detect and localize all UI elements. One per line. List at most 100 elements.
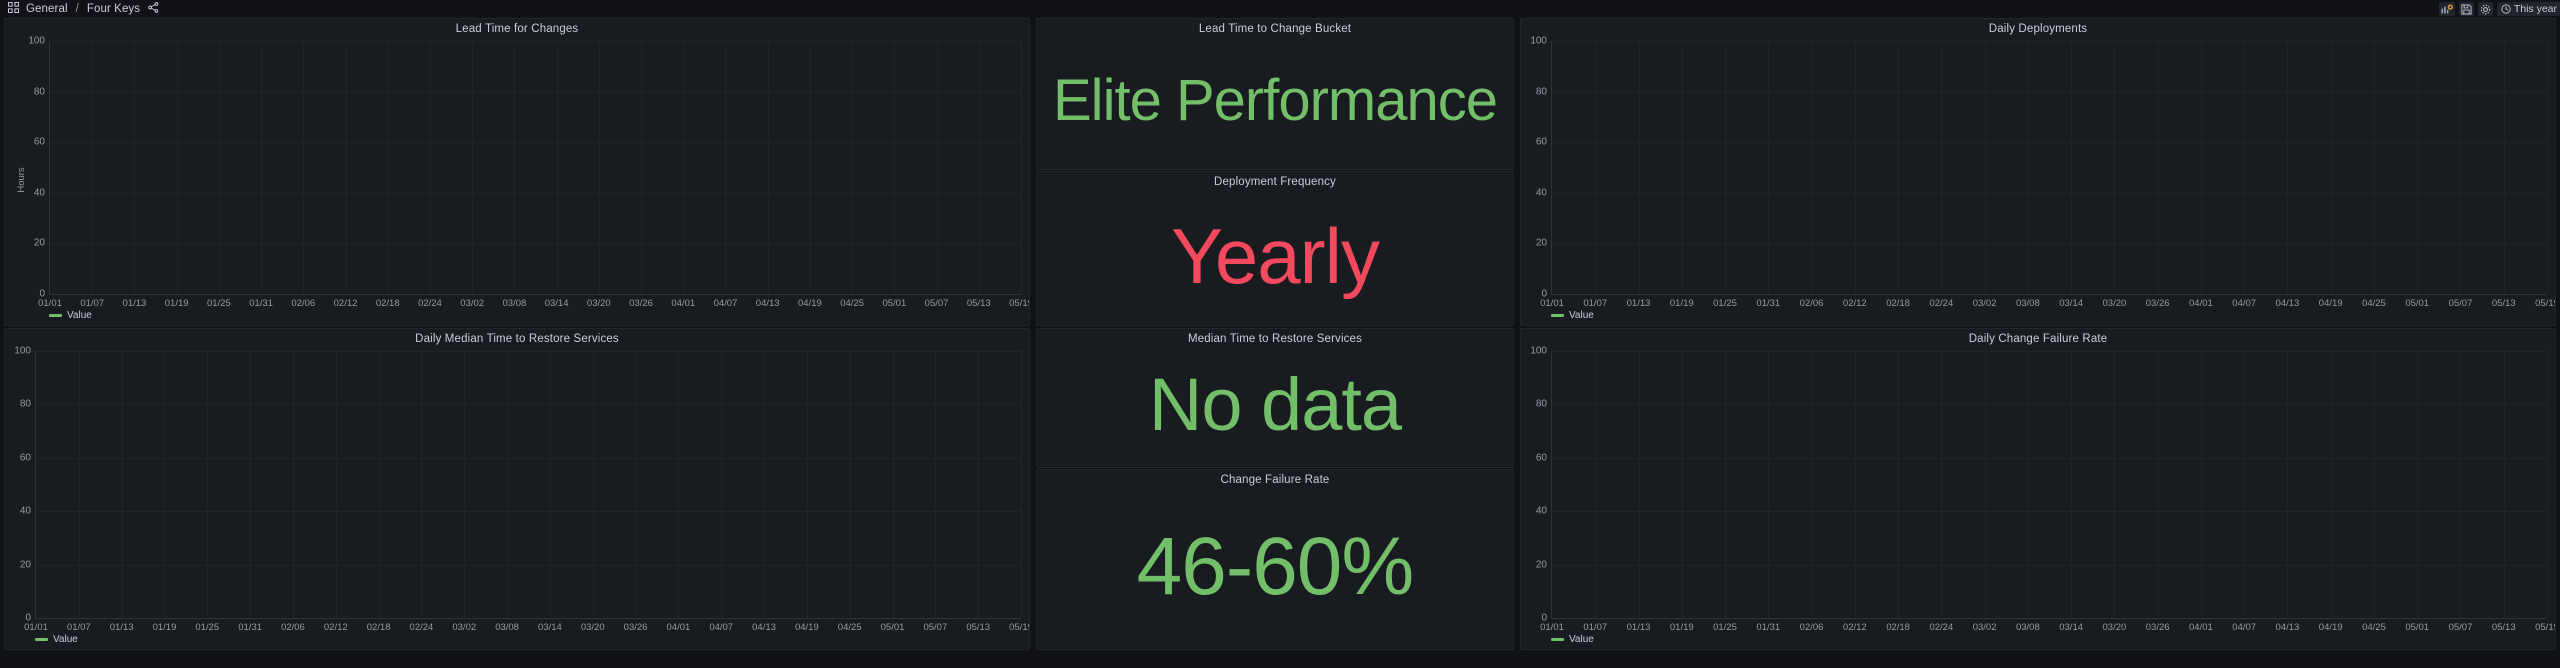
panel-daily-median-time-to-restore-services[interactable]: Daily Median Time to Restore Services 10… [4, 328, 1030, 650]
legend-color-swatch [1551, 314, 1564, 317]
vertical-gridline [472, 41, 474, 294]
panel-median-time-to-restore-services[interactable]: Median Time to Restore Services No data [1036, 328, 1514, 468]
stat-body[interactable]: Elite Performance [1037, 35, 1513, 167]
x-axis-tick-label: 02/18 [1886, 622, 1910, 633]
breadcrumb-folder[interactable]: General [26, 3, 68, 15]
apps-grid-icon[interactable] [7, 0, 20, 18]
vertical-gridline [1984, 351, 1986, 618]
dashboard-settings-button[interactable] [2477, 2, 2493, 16]
panel-title[interactable]: Median Time to Restore Services [1037, 329, 1513, 345]
vertical-gridline [641, 41, 643, 294]
x-axis-tick-label: 01/01 [38, 298, 62, 309]
x-axis-tick-label: 04/01 [671, 298, 696, 309]
graph-area[interactable]: 100 80 60 40 20 0 01/01 01/07 01/13 01/19 01/25 01/… [1521, 345, 2555, 648]
add-panel-button[interactable] [2438, 2, 2455, 16]
x-axis-tick-label: 03/02 [1972, 622, 1997, 633]
plot-area[interactable]: 100 80 60 40 20 0 01/01 01/07 01/13 01/19 01/25 01/… [1530, 346, 2555, 634]
x-axis-tick-label: 02/06 [1799, 298, 1824, 309]
breadcrumb-separator: / [75, 3, 79, 15]
panel-title[interactable]: Change Failure Rate [1037, 470, 1513, 486]
y-axis-unit-label: Hours [16, 166, 28, 193]
stat-body[interactable]: 46-60% [1037, 486, 1513, 647]
breadcrumb-dashboard-title[interactable]: Four Keys [87, 3, 140, 15]
x-axis-tick-label: 03/14 [544, 298, 569, 309]
graph-area[interactable]: 100 80 60 40 20 0 01/01 01/07 01/13 01/19 01/25 01/… [1521, 35, 2555, 324]
vertical-gridline [345, 41, 347, 294]
panel-deployment-frequency[interactable]: Deployment Frequency Yearly [1036, 171, 1514, 326]
y-axis-tick-label: 80 [1535, 398, 1547, 410]
y-axis-tick-label: 80 [1535, 86, 1547, 98]
y-axis-tick-label: 40 [33, 187, 45, 199]
x-axis-tick-label: 03/02 [1972, 298, 1997, 309]
graph-area[interactable]: Hours 100 80 60 40 20 0 01/01 01/07 01/13 01/19 01… [5, 35, 1029, 324]
graph-area[interactable]: 100 80 60 40 20 0 01/01 01/07 01/13 01/19 01/25 01/… [5, 345, 1029, 648]
panel-lead-time-to-change-bucket[interactable]: Lead Time to Change Bucket Elite Perform… [1036, 18, 1514, 170]
horizontal-gridline [36, 511, 1021, 513]
vertical-gridline [764, 351, 766, 618]
x-axis-tick-label: 01/25 [206, 298, 231, 309]
plot-area[interactable]: 100 80 60 40 20 0 01/01 01/07 01/13 01/19 01/25 01/… [14, 346, 1029, 634]
x-axis-tick-label: 01/13 [109, 622, 134, 633]
legend[interactable]: Value [1551, 634, 1594, 645]
vertical-gridline [2417, 41, 2419, 294]
y-axis-tick-label: 80 [19, 398, 31, 410]
legend-series-label[interactable]: Value [1569, 634, 1594, 645]
y-axis-tick-label: 80 [33, 86, 45, 98]
vertical-gridline [1021, 41, 1022, 294]
x-axis-tick-label: 04/01 [666, 622, 691, 633]
panel-title[interactable]: Deployment Frequency [1037, 172, 1513, 188]
horizontal-gridline [50, 243, 1021, 245]
save-dashboard-button[interactable] [2458, 2, 2474, 16]
legend[interactable]: Value [49, 310, 92, 321]
panel-title[interactable]: Daily Deployments [1521, 19, 2555, 35]
time-range-picker[interactable]: This year [2496, 2, 2560, 16]
legend-series-label[interactable]: Value [67, 310, 92, 321]
x-axis-tick-label: 05/19 [2535, 298, 2555, 309]
panel-title[interactable]: Lead Time for Changes [5, 19, 1029, 35]
panel-daily-deployments[interactable]: Daily Deployments 100 80 60 40 20 0 01/01 01/07… [1520, 18, 2556, 326]
vertical-gridline [176, 41, 178, 294]
panel-title[interactable]: Lead Time to Change Bucket [1037, 19, 1513, 35]
x-axis-tick-label: 01/31 [238, 622, 263, 633]
plot-area[interactable]: 100 80 60 40 20 0 01/01 01/07 01/13 01/19 01/25 01/… [28, 36, 1029, 310]
x-axis-tick-label: 01/31 [1756, 622, 1781, 633]
x-axis-tick-label: 04/01 [2189, 622, 2213, 633]
panel-daily-change-failure-rate[interactable]: Daily Change Failure Rate 100 80 60 40 20 0 01… [1520, 328, 2556, 650]
vertical-gridline [2071, 351, 2073, 618]
share-nodes-icon[interactable] [148, 0, 159, 18]
stat-body[interactable]: Yearly [1037, 188, 1513, 323]
x-axis-tick-label: 03/14 [2059, 298, 2084, 309]
legend-color-swatch [49, 314, 62, 317]
vertical-gridline [261, 41, 263, 294]
vertical-gridline [1941, 41, 1943, 294]
vertical-gridline [78, 351, 80, 618]
vertical-gridline [1595, 351, 1597, 618]
panel-lead-time-for-changes[interactable]: Lead Time for Changes Hours 100 80 60 40 20 0… [4, 18, 1030, 326]
x-axis-tick-label: 03/14 [538, 622, 562, 633]
x-axis-tick-label: 04/07 [713, 298, 738, 309]
legend[interactable]: Value [1551, 310, 1594, 321]
stat-value: Yearly [1171, 211, 1380, 300]
vertical-gridline [978, 351, 980, 618]
stat-body[interactable]: No data [1037, 345, 1513, 465]
x-axis-tick-label: 04/19 [798, 298, 822, 309]
plot-area[interactable]: 100 80 60 40 20 0 01/01 01/07 01/13 01/19 01/25 01/… [1530, 36, 2555, 310]
vertical-gridline [1811, 41, 1813, 294]
x-axis-tick-label: 01/19 [1669, 622, 1694, 633]
vertical-gridline [849, 351, 851, 618]
vertical-gridline [683, 41, 685, 294]
x-axis-tick-label: 03/20 [2102, 298, 2127, 309]
vertical-gridline [1681, 41, 1683, 294]
y-axis-tick-label: 40 [1535, 505, 1547, 517]
legend[interactable]: Value [35, 634, 78, 645]
panel-title[interactable]: Daily Change Failure Rate [1521, 329, 2555, 345]
panel-change-failure-rate[interactable]: Change Failure Rate 46-60% [1036, 469, 1514, 650]
legend-series-label[interactable]: Value [1569, 310, 1594, 321]
x-axis-tick-label: 01/25 [1713, 298, 1737, 309]
vertical-gridline [2547, 41, 2548, 294]
horizontal-gridline [1552, 351, 2547, 352]
vertical-gridline [721, 351, 723, 618]
x-axis-tick-label: 03/08 [2015, 622, 2040, 633]
legend-series-label[interactable]: Value [53, 634, 78, 645]
panel-title[interactable]: Daily Median Time to Restore Services [5, 329, 1029, 345]
